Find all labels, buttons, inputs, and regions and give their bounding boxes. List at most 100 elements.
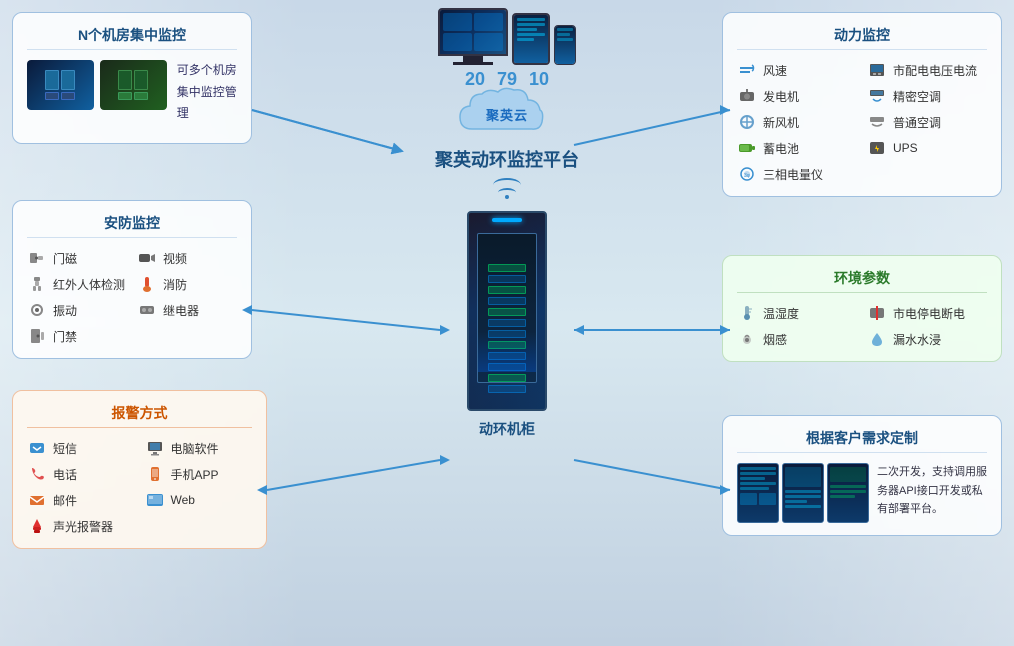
pc-icon (145, 438, 165, 458)
power-item-precision-ac: 精密空调 (867, 86, 987, 106)
alarm-item-siren: 声光报警器 (27, 516, 135, 536)
monitor-screens (438, 8, 576, 65)
power-item-generator: 发电机 (737, 86, 857, 106)
precision-ac-icon (867, 86, 887, 106)
env-items: 温湿度 市电停电断电 烟感 漏水水浸 (737, 303, 987, 349)
screen-block (474, 13, 503, 31)
access-label: 门禁 (53, 328, 77, 345)
security-panel-title: 安防监控 (27, 213, 237, 238)
rack-unit (488, 319, 526, 327)
desktop-screen (440, 10, 506, 54)
datacenter-images: 可多个机房 集中监控管理 (27, 60, 237, 125)
phone-screen (554, 25, 576, 65)
cabinet-light (492, 218, 522, 222)
security-item-vibration: 振动 (27, 300, 127, 320)
screen-block (443, 13, 472, 31)
video-icon (137, 248, 157, 268)
vibration-icon (27, 300, 47, 320)
datacenter-image-1 (27, 60, 94, 110)
security-item-door-magnetic: 门磁 (27, 248, 127, 268)
mobile-app-icon (145, 464, 165, 484)
panel-env: 环境参数 温湿度 市电停电断电 烟感 (722, 255, 1002, 362)
power-outage-icon (867, 303, 887, 323)
sms-icon (27, 438, 47, 458)
ups-icon (867, 138, 887, 158)
tablet-screen (512, 13, 550, 65)
power-item-ups: UPS (867, 138, 987, 158)
custom-panel-title: 根据客户需求定制 (737, 428, 987, 453)
main-container: 20 79 10 聚英云 聚英动环监控平台 (0, 0, 1014, 646)
relay-label: 继电器 (163, 302, 199, 319)
alarm-item-pc: 电脑软件 (145, 438, 253, 458)
alarm-item-app: 手机APP (145, 464, 253, 484)
water-leak-icon (867, 329, 887, 349)
video-label: 视频 (163, 250, 187, 267)
platform-title: 聚英动环监控平台 (435, 146, 579, 172)
panel-power: 动力监控 风速 市配电电压电流 发电机 (722, 12, 1002, 197)
cloud-shape: 聚英云 (452, 84, 562, 144)
email-label: 邮件 (53, 492, 77, 509)
temp-humidity-icon (737, 303, 757, 323)
phone-call-label: 电话 (53, 466, 77, 483)
security-item-video: 视频 (137, 248, 237, 268)
3phase-label: 三相电量仪 (763, 166, 823, 183)
security-items: 门磁 视频 红外人体检测 消防 (27, 248, 237, 346)
wind-icon (737, 60, 757, 80)
env-item-power-outage: 市电停电断电 (867, 303, 987, 323)
alarm-panel-title: 报警方式 (27, 403, 252, 428)
siren-icon (27, 516, 47, 536)
rack-unit (488, 264, 526, 272)
cabinet-area: 动环机柜 (467, 211, 547, 439)
custom-screen-1 (737, 463, 779, 523)
env-panel-title: 环境参数 (737, 268, 987, 293)
fire-icon (137, 274, 157, 294)
cloud-label: 聚英云 (486, 105, 528, 124)
ups-label: UPS (893, 141, 918, 155)
alarm-item-web: Web (145, 490, 253, 510)
access-icon (27, 326, 47, 346)
custom-desc: 二次开发，支持调用服务器API接口开发或私有部署平台。 (877, 463, 987, 523)
sms-label: 短信 (53, 440, 77, 457)
cabinet-label: 动环机柜 (479, 419, 535, 439)
regular-ac-icon (867, 112, 887, 132)
env-item-temp-humidity: 温湿度 (737, 303, 857, 323)
custom-content: 二次开发，支持调用服务器API接口开发或私有部署平台。 (737, 463, 987, 523)
desktop-monitor (438, 8, 508, 56)
rack-unit (488, 308, 526, 316)
panel-alarm: 报警方式 短信 电脑软件 电话 (12, 390, 267, 549)
fire-label: 消防 (163, 276, 187, 293)
precision-ac-label: 精密空调 (893, 88, 941, 105)
custom-screen-2 (782, 463, 824, 523)
alarm-items: 短信 电脑软件 电话 手机APP (27, 438, 252, 536)
battery-icon (737, 138, 757, 158)
rack-unit (488, 385, 526, 393)
web-icon (145, 490, 165, 510)
datacenter-panel-title: N个机房集中监控 (27, 25, 237, 50)
power-item-wind: 风速 (737, 60, 857, 80)
power-item-fresh-air: 新风机 (737, 112, 857, 132)
cabinet-rack (488, 264, 526, 393)
svg-text:3φ: 3φ (744, 173, 751, 179)
rack-unit (488, 297, 526, 305)
alarm-item-sms: 短信 (27, 438, 135, 458)
pir-icon (27, 274, 47, 294)
power-items: 风速 市配电电压电流 发电机 精密空调 (737, 60, 987, 184)
security-item-access: 门禁 (27, 326, 127, 346)
platform-area: 20 79 10 聚英云 聚英动环监控平台 (435, 8, 579, 172)
water-leak-label: 漏水水浸 (893, 331, 941, 348)
temp-humidity-label: 温湿度 (763, 305, 799, 322)
power-panel-title: 动力监控 (737, 25, 987, 50)
center-column: 20 79 10 聚英云 聚英动环监控平台 (397, 0, 617, 439)
rack-unit (488, 275, 526, 283)
cabinet (467, 211, 547, 411)
fresh-air-label: 新风机 (763, 114, 799, 131)
tablet-content (514, 15, 548, 63)
custom-screen-3 (827, 463, 869, 523)
panel-custom: 根据客户需求定制 (722, 415, 1002, 536)
relay-icon (137, 300, 157, 320)
alarm-item-phone: 电话 (27, 464, 135, 484)
env-item-smoke: 烟感 (737, 329, 857, 349)
smoke-icon (737, 329, 757, 349)
screen-block (443, 33, 472, 51)
email-icon (27, 490, 47, 510)
